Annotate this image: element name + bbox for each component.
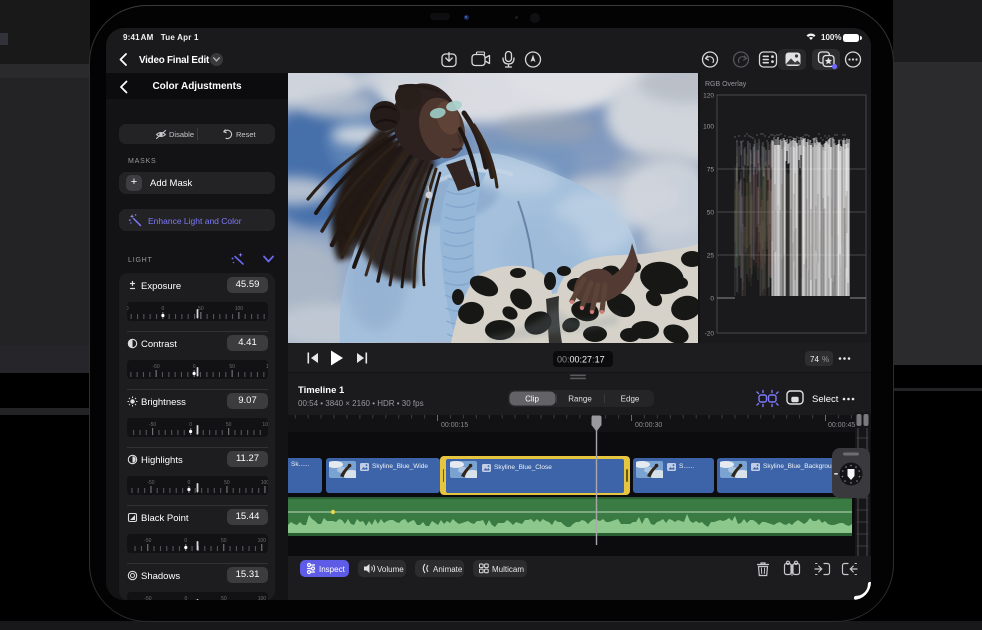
svg-text:50: 50: [221, 596, 227, 600]
svg-text:Range: Range: [568, 395, 592, 404]
svg-text:-50: -50: [144, 538, 151, 544]
svg-text:%: %: [822, 355, 829, 364]
svg-text:0: 0: [162, 306, 165, 312]
svg-text:Edge: Edge: [621, 395, 640, 404]
svg-text:Inspect: Inspect: [319, 565, 346, 574]
svg-text:RGB Overlay: RGB Overlay: [705, 81, 747, 88]
svg-text:25: 25: [707, 253, 715, 260]
svg-text:50: 50: [221, 538, 227, 544]
svg-text:75: 75: [707, 167, 715, 174]
svg-text:-50: -50: [149, 422, 156, 428]
svg-text:100: 100: [703, 124, 714, 131]
svg-text:100: 100: [266, 364, 268, 370]
svg-text:Select: Select: [812, 394, 839, 405]
svg-text:Animate: Animate: [433, 565, 463, 574]
svg-text:50: 50: [229, 364, 235, 370]
svg-text:0: 0: [710, 296, 714, 303]
svg-text:0: 0: [189, 422, 192, 428]
svg-text:100: 100: [262, 422, 268, 428]
svg-text:Timeline 1: Timeline 1: [298, 385, 345, 396]
svg-text:Multicam: Multicam: [492, 565, 524, 574]
svg-text:Clip: Clip: [525, 395, 539, 404]
svg-text:-50: -50: [152, 364, 159, 370]
svg-text:120: 120: [703, 93, 714, 100]
svg-text:0: 0: [188, 480, 191, 486]
svg-text:100: 100: [258, 596, 267, 600]
svg-text:-20: -20: [705, 331, 715, 338]
svg-text:50: 50: [224, 480, 230, 486]
svg-text:0: 0: [185, 596, 188, 600]
svg-text:50: 50: [707, 210, 715, 217]
svg-text:100: 100: [235, 306, 244, 312]
svg-text:100: 100: [258, 538, 267, 544]
svg-text:50: 50: [226, 422, 232, 428]
svg-text:100: 100: [261, 480, 268, 486]
svg-text:-50: -50: [147, 480, 154, 486]
svg-text:00:00:27:17: 00:00:27:17: [557, 355, 605, 365]
svg-text:Volume: Volume: [377, 565, 404, 574]
svg-text:0: 0: [193, 364, 196, 370]
svg-text:50: 50: [198, 306, 204, 312]
svg-text:00:54 • 3840 × 2160 • HDR • 30: 00:54 • 3840 × 2160 • HDR • 30 fps: [298, 399, 424, 408]
svg-text:0: 0: [184, 538, 187, 544]
svg-text:-50: -50: [127, 306, 129, 312]
svg-text:74: 74: [810, 355, 819, 364]
svg-text:-50: -50: [144, 596, 151, 600]
